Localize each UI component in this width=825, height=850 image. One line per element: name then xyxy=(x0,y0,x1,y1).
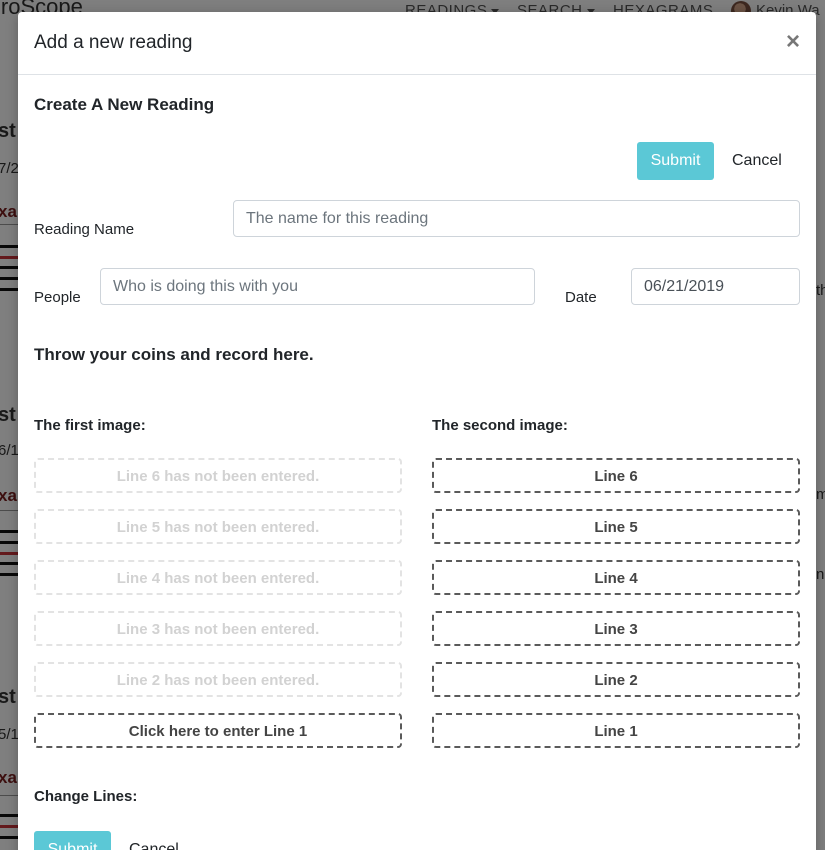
second-image-line-6[interactable]: Line 6 xyxy=(432,458,800,493)
modal-title: Add a new reading xyxy=(34,32,193,53)
cancel-button[interactable]: Cancel xyxy=(732,152,782,170)
first-image-title: The first image: xyxy=(34,417,146,434)
add-reading-modal: Add a new reading × Create A New Reading… xyxy=(18,12,816,850)
first-image-line-1-button[interactable]: Click here to enter Line 1 xyxy=(34,713,402,748)
change-lines-submit-button[interactable]: Submit xyxy=(34,831,111,850)
reading-name-label: Reading Name xyxy=(34,221,135,238)
second-image-line-1[interactable]: Line 1 xyxy=(432,713,800,748)
second-image-line-2[interactable]: Line 2 xyxy=(432,662,800,697)
first-image-line-5: Line 5 has not been entered. xyxy=(34,509,402,544)
first-image-line-4: Line 4 has not been entered. xyxy=(34,560,402,595)
first-image-line-3: Line 3 has not been entered. xyxy=(34,611,402,646)
reading-name-input[interactable] xyxy=(233,200,800,237)
date-label: Date xyxy=(565,289,597,306)
first-image-line-2: Line 2 has not been entered. xyxy=(34,662,402,697)
coins-heading: Throw your coins and record here. xyxy=(34,345,314,364)
modal-header: Add a new reading × xyxy=(18,12,816,75)
submit-button[interactable]: Submit xyxy=(637,142,714,180)
change-lines-title: Change Lines: xyxy=(34,788,138,805)
first-image-line-6: Line 6 has not been entered. xyxy=(34,458,402,493)
second-image-line-5[interactable]: Line 5 xyxy=(432,509,800,544)
second-image-line-3[interactable]: Line 3 xyxy=(432,611,800,646)
close-icon[interactable]: × xyxy=(786,30,800,54)
second-image-line-4[interactable]: Line 4 xyxy=(432,560,800,595)
date-input[interactable] xyxy=(631,268,800,305)
form-title: Create A New Reading xyxy=(34,95,215,114)
second-image-title: The second image: xyxy=(432,417,568,434)
people-input[interactable] xyxy=(100,268,535,305)
change-lines-cancel-button[interactable]: Cancel xyxy=(129,841,179,850)
people-label: People xyxy=(34,289,81,306)
